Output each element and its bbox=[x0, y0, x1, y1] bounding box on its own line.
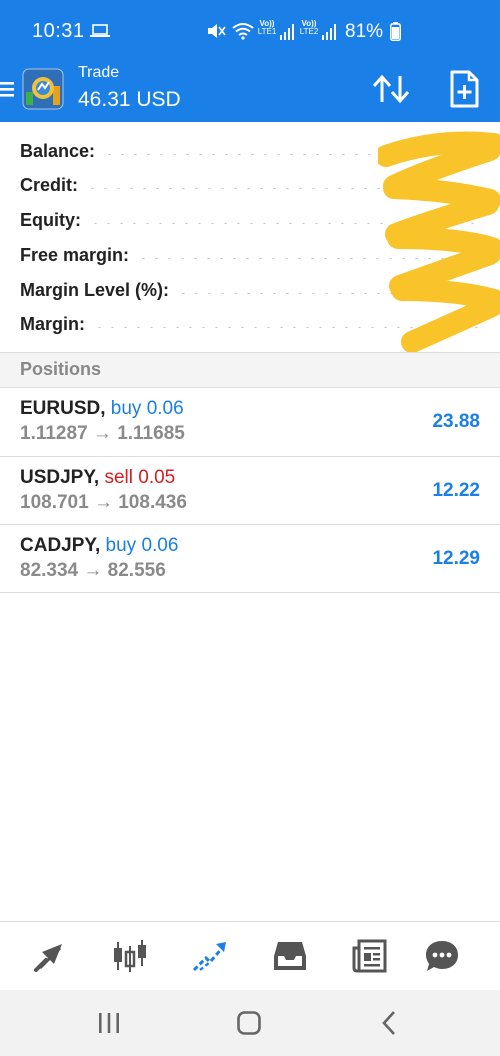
chat-icon[interactable] bbox=[424, 938, 460, 974]
divider bbox=[0, 592, 500, 593]
position-symbol: USDJPY, bbox=[20, 467, 100, 488]
sim1-indicator: Vo)) LTE1 bbox=[257, 19, 277, 36]
account-balance: 46.31 USD bbox=[78, 88, 181, 111]
app-bar: Trade 46.31 USD bbox=[0, 62, 500, 122]
redaction-scribble bbox=[378, 131, 500, 353]
summary-label: Credit: bbox=[20, 174, 78, 195]
news-icon[interactable] bbox=[352, 938, 388, 974]
trade-icon[interactable] bbox=[192, 938, 228, 974]
quotes-icon[interactable] bbox=[32, 938, 68, 974]
sort-icon[interactable] bbox=[370, 68, 412, 110]
battery-icon bbox=[390, 22, 401, 41]
metatrader-logo bbox=[22, 68, 64, 110]
position-side: buy 0.06 bbox=[105, 535, 179, 556]
position-prices: 108.701 → 108.436 bbox=[20, 492, 187, 513]
position-profit: 23.88 bbox=[432, 411, 480, 432]
bottom-navigation bbox=[0, 921, 500, 990]
positions-title: Positions bbox=[20, 359, 102, 379]
wifi-icon bbox=[232, 23, 254, 40]
position-row[interactable]: CADJPY, buy 0.06 82.334 → 82.556 12.29 bbox=[0, 525, 500, 592]
position-title: USDJPY, sell 0.05 bbox=[20, 467, 175, 489]
status-bar: 10:31 Vo)) LTE1 Vo)) LTE2 81% bbox=[0, 0, 500, 62]
menu-icon[interactable] bbox=[0, 78, 16, 100]
battery-percent: 81% bbox=[345, 21, 384, 42]
position-side: buy 0.06 bbox=[110, 398, 184, 419]
back-icon[interactable] bbox=[376, 1010, 402, 1036]
app-title: Trade bbox=[78, 64, 120, 81]
position-profit: 12.22 bbox=[432, 480, 480, 501]
positions-section-header: Positions bbox=[0, 353, 500, 387]
summary-label: Balance: bbox=[20, 140, 96, 161]
mute-icon bbox=[208, 24, 226, 38]
position-side: sell 0.05 bbox=[104, 467, 176, 488]
signal-icon bbox=[322, 24, 336, 40]
position-title: EURUSD, buy 0.06 bbox=[20, 398, 184, 420]
summary-label: Equity: bbox=[20, 209, 81, 230]
signal-icon bbox=[280, 24, 294, 40]
position-profit: 12.29 bbox=[432, 548, 480, 569]
position-title: CADJPY, buy 0.06 bbox=[20, 535, 178, 557]
position-symbol: EURUSD, bbox=[20, 398, 106, 419]
position-symbol: CADJPY, bbox=[20, 535, 101, 556]
home-icon[interactable] bbox=[236, 1010, 262, 1036]
sim2-indicator: Vo)) LTE2 bbox=[299, 19, 319, 36]
system-navigation-bar bbox=[0, 990, 500, 1056]
status-time: 10:31 bbox=[32, 20, 85, 42]
summary-label: Margin: bbox=[20, 313, 85, 334]
position-row[interactable]: USDJPY, sell 0.05 108.701 → 108.436 12.2… bbox=[0, 457, 500, 524]
summary-label: Margin Level (%): bbox=[20, 279, 170, 300]
position-prices: 1.11287 → 1.11685 bbox=[20, 423, 185, 444]
summary-label: Free margin: bbox=[20, 244, 130, 265]
new-order-icon[interactable] bbox=[444, 68, 484, 110]
recent-apps-icon[interactable] bbox=[96, 1010, 122, 1036]
position-row[interactable]: EURUSD, buy 0.06 1.11287 → 1.11685 23.88 bbox=[0, 388, 500, 455]
history-icon[interactable] bbox=[272, 938, 308, 974]
chart-icon[interactable] bbox=[112, 938, 148, 974]
position-prices: 82.334 → 82.556 bbox=[20, 560, 166, 581]
laptop-icon bbox=[90, 24, 110, 37]
